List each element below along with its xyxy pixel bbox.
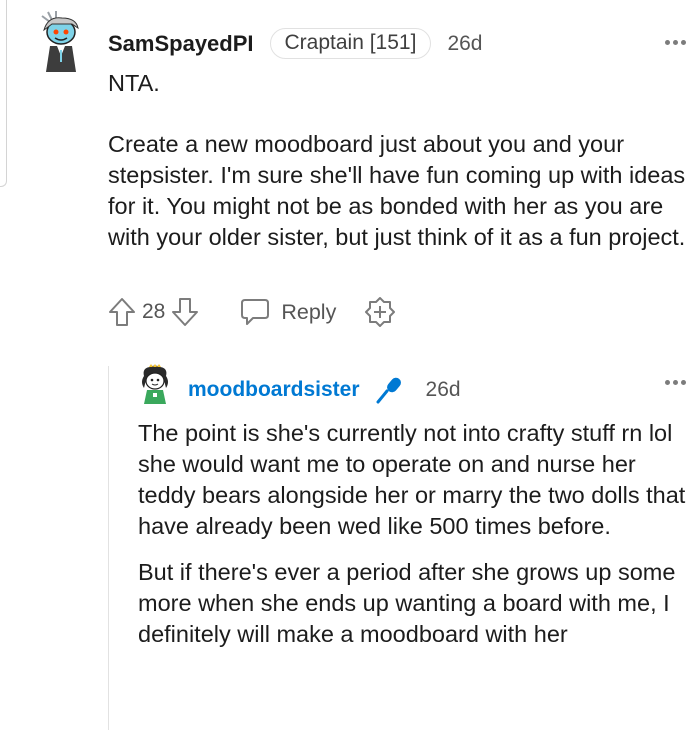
- avatar[interactable]: [36, 10, 92, 72]
- reply-label: Reply: [281, 299, 337, 324]
- vote-count: 28: [142, 300, 166, 323]
- username[interactable]: moodboardsister: [188, 378, 360, 402]
- upvote-arrow-icon[interactable]: [108, 297, 136, 327]
- comment-actions: 28 Reply: [108, 296, 396, 328]
- speech-bubble-icon: [241, 299, 270, 325]
- reply-thread-line[interactable]: [108, 366, 109, 730]
- comment-body: The point is she's currently not into cr…: [138, 418, 688, 650]
- downvote-arrow-icon[interactable]: [171, 297, 199, 327]
- comment-body: NTA. Create a new moodboard just about y…: [108, 68, 700, 253]
- comment-header: SamSpayedPI Craptain [151] 26d: [108, 28, 482, 59]
- comment-header: moodboardsister 26d: [188, 375, 461, 405]
- avatar[interactable]: [138, 364, 172, 404]
- comment-paragraph: But if there's ever a period after she g…: [138, 559, 676, 647]
- more-dots-icon[interactable]: [665, 40, 686, 45]
- username[interactable]: SamSpayedPI: [108, 31, 254, 57]
- award-plus-icon: [365, 297, 396, 327]
- user-flair: Craptain [151]: [269, 28, 432, 59]
- thread-collapse-line[interactable]: [0, 0, 7, 187]
- reply-button[interactable]: Reply: [239, 297, 336, 327]
- timestamp: 26d: [425, 378, 461, 401]
- comment-paragraph: Create a new moodboard just about you an…: [108, 131, 686, 250]
- timestamp: 26d: [447, 31, 483, 55]
- comment-paragraph: NTA.: [108, 70, 160, 96]
- award-button[interactable]: [364, 296, 396, 328]
- microphone-icon: [374, 375, 404, 405]
- more-dots-icon[interactable]: [665, 380, 686, 385]
- comment-paragraph: The point is she's currently not into cr…: [138, 420, 686, 539]
